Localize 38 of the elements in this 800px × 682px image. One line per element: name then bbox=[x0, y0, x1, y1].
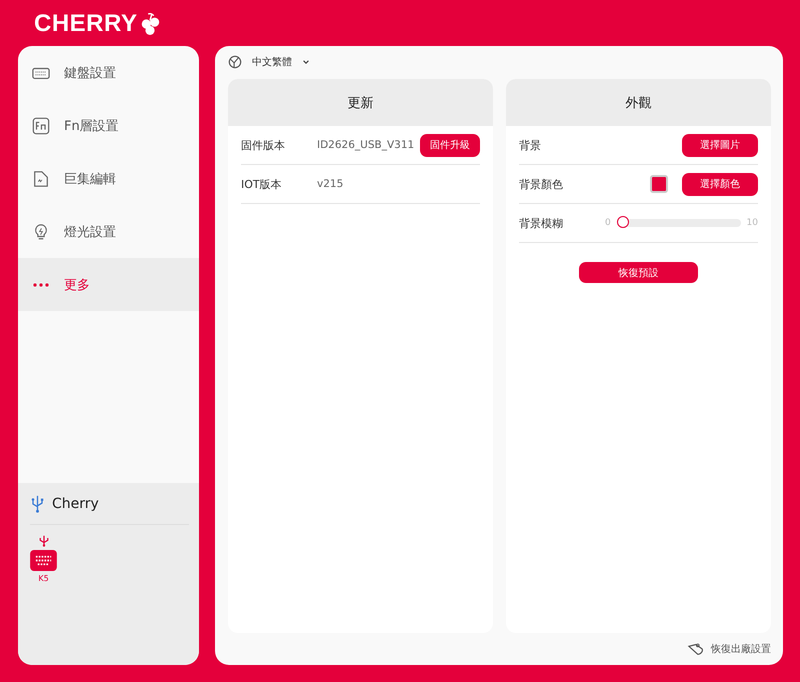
slider-min: 0 bbox=[605, 218, 611, 228]
globe-icon bbox=[228, 55, 242, 69]
row-label: 背景模糊 bbox=[519, 216, 564, 230]
card-title: 外觀 bbox=[626, 94, 652, 112]
fn-key-icon bbox=[32, 116, 50, 134]
device-label: K5 bbox=[38, 574, 49, 583]
reset-defaults-button[interactable]: 恢復預設 bbox=[579, 262, 698, 283]
usb-icon bbox=[30, 495, 45, 513]
slider-max: 10 bbox=[746, 218, 758, 228]
usb-icon bbox=[38, 535, 50, 547]
sidebar-item[interactable]: 更多 bbox=[18, 258, 199, 311]
card-title: 更新 bbox=[348, 94, 374, 112]
row-label: 背景顏色 bbox=[519, 176, 564, 192]
factory-reset-button[interactable]: 恢復出廠設置 bbox=[687, 641, 771, 657]
device-group-name: Cherry bbox=[52, 496, 99, 512]
sidebar-item[interactable]: 燈光設置 bbox=[18, 205, 199, 258]
version-value: ID2626_USB_V311 bbox=[317, 139, 416, 151]
cherry-icon bbox=[139, 12, 162, 36]
language-select[interactable]: 中文繁體 bbox=[228, 52, 310, 72]
file-icon bbox=[32, 170, 50, 188]
keyboard-icon[interactable] bbox=[30, 550, 57, 571]
choose-image-button[interactable]: 選擇圖片 bbox=[682, 134, 758, 156]
sidebar-item[interactable]: 巨集編輯 bbox=[18, 152, 199, 205]
choose-color-button[interactable]: 選擇顏色 bbox=[682, 172, 758, 196]
row-label: IOT版本 bbox=[241, 176, 283, 192]
sidebar-item[interactable]: Fn層設置 bbox=[18, 99, 199, 152]
slider-thumb[interactable] bbox=[616, 216, 629, 228]
version-value: v215 bbox=[317, 178, 344, 190]
chevron-down-icon bbox=[302, 58, 310, 66]
blur-slider[interactable] bbox=[616, 219, 741, 227]
row-label: 背景 bbox=[519, 138, 542, 152]
more-icon bbox=[32, 282, 50, 286]
row-label: 固件版本 bbox=[241, 138, 286, 152]
logo-text: CHERRY bbox=[34, 10, 138, 38]
sidebar-item[interactable]: 鍵盤設置 bbox=[18, 46, 199, 99]
color-swatch[interactable] bbox=[650, 175, 668, 193]
upgrade-button[interactable]: 固件升級 bbox=[420, 134, 480, 156]
lightbulb-icon bbox=[32, 222, 50, 240]
